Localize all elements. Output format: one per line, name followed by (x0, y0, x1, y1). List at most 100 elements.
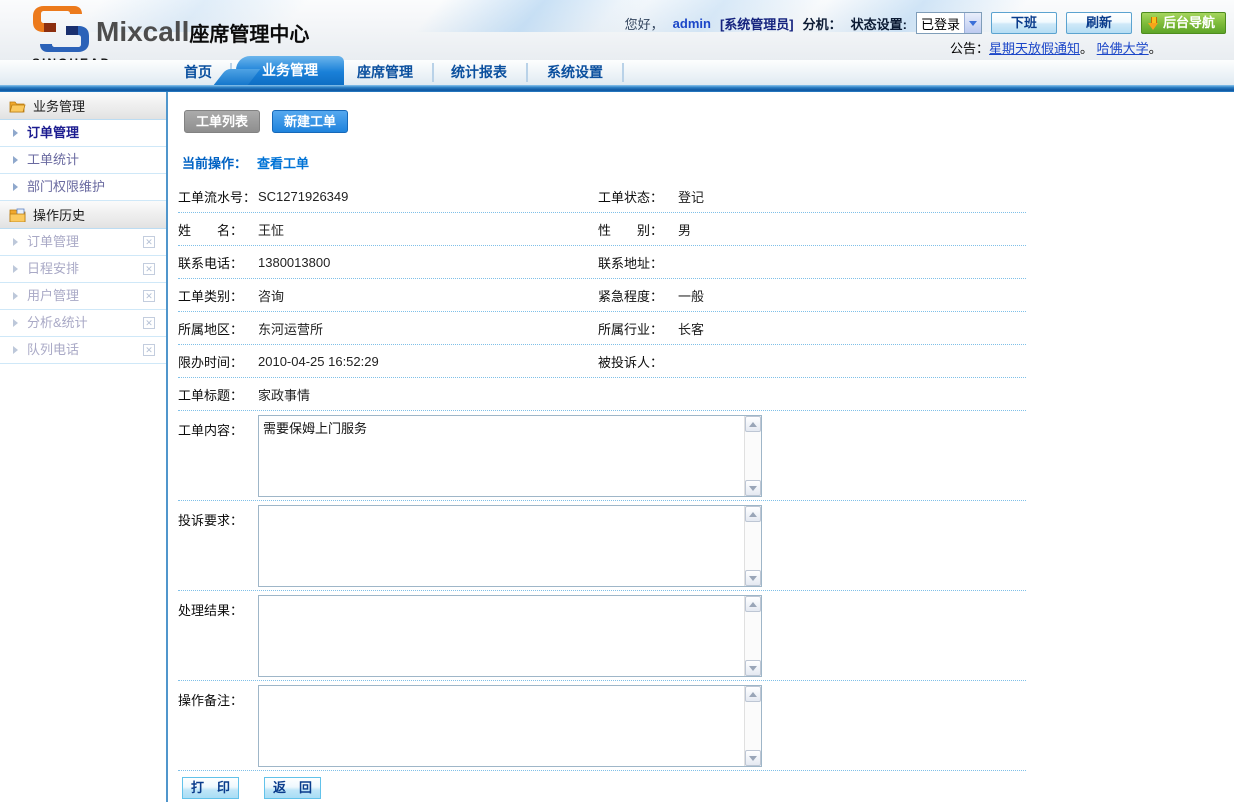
refresh-button[interactable]: 刷新 (1066, 12, 1132, 34)
scrollbar[interactable] (744, 686, 761, 766)
sidebar-item-order-management[interactable]: 订单管理 (0, 120, 166, 147)
scroll-down-icon[interactable] (745, 570, 761, 586)
workorder-content-box: 需要保姆上门服务 (258, 415, 762, 497)
scrollbar[interactable] (744, 416, 761, 496)
sidebar-item-workorder-stats[interactable]: 工单统计 (0, 147, 166, 174)
form-row-deadline-complainee: 限办时间： 2010-04-25 16:52:29 被投诉人： (178, 345, 1026, 378)
scrollbar[interactable] (744, 506, 761, 586)
page-title: Mixcall座席管理中心 (96, 16, 309, 48)
main-nav: 首页 业务管理 座席管理 统计报表 系统设置 (0, 60, 1234, 85)
field-label: 工单类别： (178, 286, 258, 305)
form-row-serial-status: 工单流水号： SC1271926349 工单状态： 登记 (178, 180, 1026, 213)
back-button[interactable]: 返 回 (264, 777, 321, 799)
scroll-down-icon[interactable] (745, 660, 761, 676)
new-workorder-button[interactable]: 新建工单 (272, 110, 348, 133)
field-value: 王怔 (258, 220, 598, 239)
form-row-name-gender: 姓 名： 王怔 性 别： 男 (178, 213, 1026, 246)
field-value: 1380013800 (258, 255, 598, 270)
sidebar-section-business[interactable]: 业务管理 (0, 92, 166, 120)
sidebar-item-user-management[interactable]: 用户管理 (0, 283, 166, 310)
sidebar-item-label: 分析&统计 (27, 315, 88, 330)
form-row-category-urgency: 工单类别： 咨询 紧急程度： 一般 (178, 279, 1026, 312)
tab-divider (432, 63, 434, 82)
form-row-content: 工单内容： 需要保姆上门服务 (178, 411, 1026, 501)
field-value: 男 (678, 220, 1026, 239)
field-value: 家政事情 (258, 385, 598, 404)
field-value: SC1271926349 (258, 189, 598, 204)
scroll-up-icon[interactable] (745, 596, 761, 612)
scroll-up-icon[interactable] (745, 506, 761, 522)
sidebar-item-schedule[interactable]: 日程安排 (0, 256, 166, 283)
notice-bar: 公告：星期天放假通知。 哈佛大学。 (950, 38, 1162, 57)
complaint-request-box (258, 505, 762, 587)
notice-link-holiday[interactable]: 星期天放假通知 (989, 41, 1080, 56)
current-operation: 当前操作： 查看工单 (182, 153, 309, 172)
current-operation-value: 查看工单 (257, 156, 309, 171)
close-icon[interactable] (143, 236, 155, 248)
field-label: 性 别： (598, 220, 678, 239)
scroll-up-icon[interactable] (745, 416, 761, 432)
extension-label: 分机： (803, 14, 842, 33)
notice-label: 公告： (950, 41, 989, 56)
current-operation-label: 当前操作： (182, 156, 247, 171)
field-label: 联系电话： (178, 253, 258, 272)
backstage-nav-label: 后台导航 (1163, 13, 1215, 33)
scroll-up-icon[interactable] (745, 686, 761, 702)
operation-note-textarea[interactable] (259, 686, 744, 766)
form-row-phone-address: 联系电话： 1380013800 联系地址： (178, 246, 1026, 279)
username[interactable]: admin (673, 16, 711, 31)
off-work-button[interactable]: 下班 (991, 12, 1057, 34)
chevron-down-icon[interactable] (964, 13, 981, 33)
field-label: 姓 名： (178, 220, 258, 239)
close-icon[interactable] (143, 317, 155, 329)
notice-link-harvard[interactable]: 哈佛大学 (1097, 41, 1149, 56)
folder-document-icon (9, 208, 26, 222)
sidebar-item-order-management-2[interactable]: 订单管理 (0, 229, 166, 256)
status-dropdown-value: 已登录 (917, 14, 964, 33)
field-label: 被投诉人： (598, 352, 678, 371)
tab-divider (526, 63, 528, 82)
form-row-operation-note: 操作备注： (178, 681, 1026, 771)
status-dropdown[interactable]: 已登录 (916, 12, 982, 34)
close-icon[interactable] (143, 290, 155, 302)
scroll-down-icon[interactable] (745, 750, 761, 766)
sidebar-section-label: 操作历史 (33, 205, 85, 224)
close-icon[interactable] (143, 263, 155, 275)
process-result-textarea[interactable] (259, 596, 744, 676)
close-icon[interactable] (143, 344, 155, 356)
sidebar-item-label: 日程安排 (27, 261, 79, 276)
field-label: 联系地址： (598, 253, 678, 272)
workorder-list-button[interactable]: 工单列表 (184, 110, 260, 133)
nav-accent-bar (0, 85, 1234, 92)
form-row-process-result: 处理结果： (178, 591, 1026, 681)
notice-separator: 。 (1080, 41, 1093, 56)
notice-separator: 。 (1149, 41, 1162, 56)
user-bar: 您好， admin [系统管理员] 分机： 状态设置: 已登录 下班 刷新 后台… (625, 11, 1226, 35)
scrollbar[interactable] (744, 596, 761, 676)
sidebar-item-label: 队列电话 (27, 342, 79, 357)
down-arrow-icon (1148, 17, 1158, 30)
scroll-down-icon[interactable] (745, 480, 761, 496)
complaint-request-textarea[interactable] (259, 506, 744, 586)
tab-system-settings[interactable]: 系统设置 (542, 60, 608, 85)
field-label: 工单流水号： (178, 187, 258, 206)
status-label: 状态设置: (851, 14, 907, 33)
print-button[interactable]: 打 印 (182, 777, 239, 799)
sidebar-section-history[interactable]: 操作历史 (0, 201, 166, 229)
field-label: 工单内容： (178, 415, 258, 439)
sidebar-item-queue-calls[interactable]: 队列电话 (0, 337, 166, 364)
workorder-content-textarea[interactable]: 需要保姆上门服务 (259, 416, 744, 496)
backstage-nav-button[interactable]: 后台导航 (1141, 12, 1226, 34)
tab-business-management[interactable]: 业务管理 (236, 56, 344, 85)
field-label: 操作备注： (178, 685, 258, 709)
process-result-box (258, 595, 762, 677)
sidebar-item-label: 订单管理 (27, 125, 79, 140)
form-row-complaint-request: 投诉要求： (178, 501, 1026, 591)
tab-seat-management[interactable]: 座席管理 (352, 60, 418, 85)
sidebar-item-analysis-stats[interactable]: 分析&统计 (0, 310, 166, 337)
tab-statistics-report[interactable]: 统计报表 (446, 60, 512, 85)
field-value: 2010-04-25 16:52:29 (258, 354, 598, 369)
sidebar-item-department-permissions[interactable]: 部门权限维护 (0, 174, 166, 201)
form-actions: 打 印 返 回 (182, 777, 1026, 799)
form-row-title: 工单标题： 家政事情 (178, 378, 1026, 411)
